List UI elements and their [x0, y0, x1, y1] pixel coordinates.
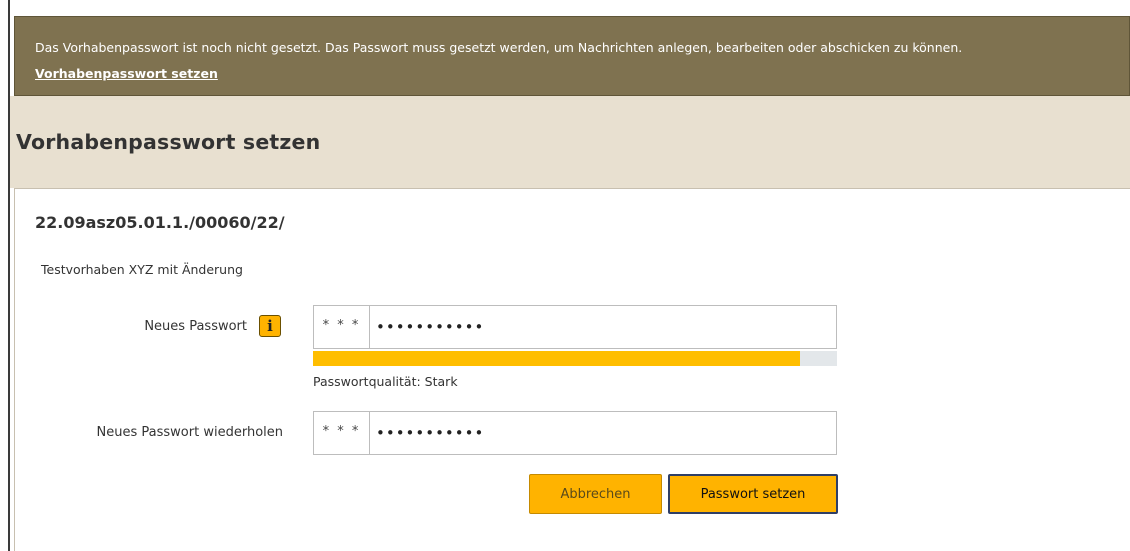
password-strength-fill — [313, 351, 801, 366]
new-password-field: * * * — [313, 305, 837, 349]
page-header: Vorhabenpasswort setzen — [10, 96, 1130, 188]
new-password-label: Neues Passwort — [144, 319, 247, 334]
set-password-link[interactable]: Vorhabenpasswort setzen — [35, 66, 218, 81]
project-name: Testvorhaben XYZ mit Änderung — [41, 262, 243, 277]
new-password-input[interactable] — [376, 312, 826, 342]
cancel-button[interactable]: Abbrechen — [529, 474, 662, 514]
repeat-password-label: Neues Passwort wiederholen — [96, 425, 283, 440]
set-password-button[interactable]: Passwort setzen — [668, 474, 838, 514]
warning-banner: Das Vorhabenpasswort ist noch nicht gese… — [14, 16, 1130, 96]
repeat-password-input[interactable] — [376, 418, 826, 448]
banner-message: Das Vorhabenpasswort ist noch nicht gese… — [35, 40, 963, 55]
password-form-panel: 22.09asz05.01.1./00060/22/ Testvorhaben … — [14, 188, 1130, 551]
password-prefix-icon: * * * — [314, 306, 370, 348]
repeat-password-field: * * * — [313, 411, 837, 455]
password-strength-bar — [313, 351, 837, 366]
page-title: Vorhabenpasswort setzen — [16, 130, 321, 154]
password-strength-text: Passwortqualität: Stark — [313, 374, 458, 389]
project-reference: 22.09asz05.01.1./00060/22/ — [35, 213, 285, 232]
info-icon[interactable]: i — [259, 315, 281, 337]
password-prefix-icon: * * * — [314, 412, 370, 454]
